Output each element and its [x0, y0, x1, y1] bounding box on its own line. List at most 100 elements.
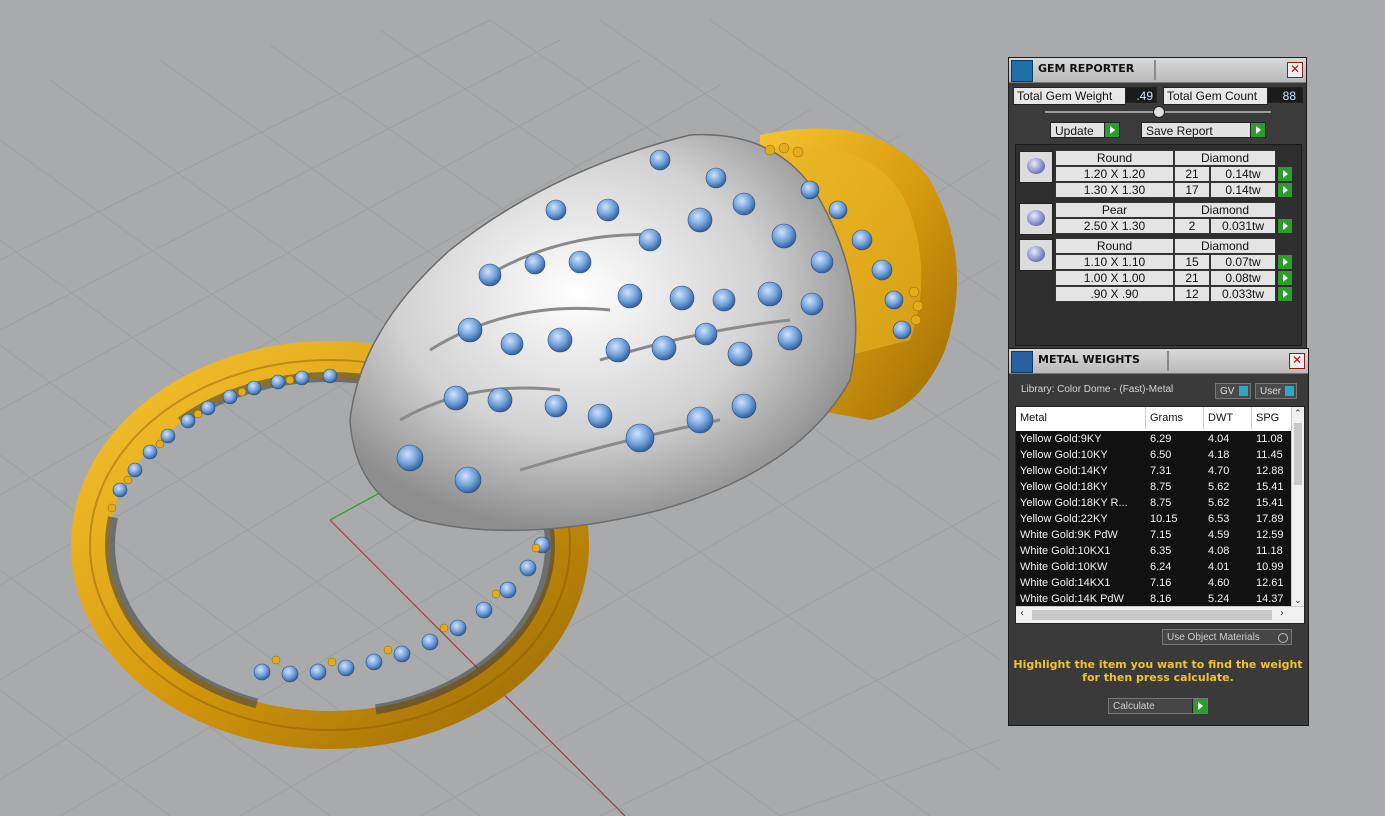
table-row[interactable]: Yellow Gold:14KY 7.31 4.70 12.88 [1016, 463, 1292, 479]
gem-reporter-close-icon[interactable]: ✕ [1287, 62, 1303, 78]
gem-count-cell: 21 [1174, 166, 1210, 182]
gem-count-cell: 21 [1174, 270, 1210, 286]
select-gems-arrow-icon[interactable] [1277, 183, 1292, 197]
gem-material-header: Diamond [1174, 150, 1276, 166]
scroll-right-icon[interactable]: › [1280, 608, 1284, 619]
dwt-cell: 4.08 [1208, 545, 1230, 557]
select-gems-arrow-icon[interactable] [1277, 219, 1292, 233]
calculate-button[interactable]: Calculate [1108, 698, 1208, 714]
total-gem-weight-value: .49 [1125, 87, 1157, 103]
use-object-materials-label: Use Object Materials [1167, 632, 1260, 643]
gem-count-cell: 17 [1174, 182, 1210, 198]
gv-toggle[interactable]: GV [1215, 383, 1251, 399]
metal-weights-titlebar[interactable]: METAL WEIGHTS ✕ [1009, 349, 1308, 374]
dwt-cell: 4.18 [1208, 449, 1230, 461]
table-header: Metal Grams DWT SPG [1016, 407, 1304, 429]
scroll-down-icon[interactable]: ⌄ [1294, 596, 1302, 606]
use-object-materials-toggle[interactable]: Use Object Materials [1162, 629, 1292, 645]
dwt-cell: 4.04 [1208, 433, 1230, 445]
h-scroll-thumb[interactable] [1032, 610, 1272, 620]
column-header-grams[interactable]: Grams [1146, 407, 1204, 429]
grams-cell: 10.15 [1150, 513, 1178, 525]
select-gems-arrow-icon[interactable] [1277, 271, 1292, 285]
column-header-dwt[interactable]: DWT [1204, 407, 1252, 429]
slider-knob-icon[interactable] [1153, 106, 1165, 118]
table-row[interactable]: White Gold:10KX1 6.35 4.08 11.18 [1016, 543, 1292, 559]
metal-name-cell: Yellow Gold:22KY [1020, 513, 1108, 525]
table-row[interactable]: Yellow Gold:18KY R... 8.75 5.62 15.41 [1016, 495, 1292, 511]
table-row[interactable]: White Gold:10KW 6.24 4.01 10.99 [1016, 559, 1292, 575]
gem-material-header: Diamond [1174, 238, 1276, 254]
table-row[interactable]: Yellow Gold:18KY 8.75 5.62 15.41 [1016, 479, 1292, 495]
update-button[interactable]: Update [1050, 122, 1120, 138]
user-toggle[interactable]: User [1255, 383, 1297, 399]
grams-cell: 7.31 [1150, 465, 1172, 477]
grams-cell: 6.24 [1150, 561, 1172, 573]
grams-cell: 8.16 [1150, 593, 1172, 605]
radio-indicator-icon [1278, 633, 1288, 643]
total-gem-weight-label: Total Gem Weight [1013, 87, 1126, 105]
scroll-left-icon[interactable]: ‹ [1020, 608, 1024, 619]
metal-name-cell: Yellow Gold:9KY [1020, 433, 1102, 445]
save-report-button[interactable]: Save Report [1141, 122, 1266, 138]
grams-cell: 8.75 [1150, 497, 1172, 509]
table-row[interactable]: Yellow Gold:9KY 6.29 4.04 11.08 [1016, 431, 1292, 447]
gem-size-cell[interactable]: .90 X .90 [1055, 286, 1174, 302]
table-row[interactable]: Yellow Gold:22KY 10.15 6.53 17.89 [1016, 511, 1292, 527]
gem-weight-cell: 0.08tw [1210, 270, 1276, 286]
calculate-button-label: Calculate [1113, 701, 1155, 712]
dwt-cell: 5.62 [1208, 481, 1230, 493]
gem-size-cell[interactable]: 1.00 X 1.00 [1055, 270, 1174, 286]
select-gems-arrow-icon[interactable] [1277, 287, 1292, 301]
spg-cell: 10.99 [1256, 561, 1284, 573]
grams-cell: 6.50 [1150, 449, 1172, 461]
gem-weight-cell: 0.14tw [1210, 166, 1276, 182]
metal-name-cell: Yellow Gold:18KY R... [1020, 497, 1128, 509]
dwt-cell: 4.01 [1208, 561, 1230, 573]
dwt-cell: 5.24 [1208, 593, 1230, 605]
gem-reporter-panel: GEM REPORTER ✕ Total Gem Weight .49 Tota… [1008, 57, 1307, 350]
gem-weight-cell: 0.14tw [1210, 182, 1276, 198]
metal-weights-table[interactable]: Metal Grams DWT SPG Yellow Gold:9KY 6.29 4… [1015, 406, 1305, 624]
metal-weights-title: METAL WEIGHTS [1038, 353, 1140, 366]
select-gems-arrow-icon[interactable] [1277, 167, 1292, 181]
panel-resize-slider[interactable] [1045, 106, 1271, 118]
gem-size-cell[interactable]: 2.50 X 1.30 [1055, 218, 1174, 234]
gem-size-cell[interactable]: 1.30 X 1.30 [1055, 182, 1174, 198]
spg-cell: 17.89 [1256, 513, 1284, 525]
spg-cell: 14.37 [1256, 593, 1284, 605]
gem-count-cell: 12 [1174, 286, 1210, 302]
user-toggle-label: User [1260, 386, 1282, 397]
gem-reporter-title: GEM REPORTER [1038, 62, 1135, 75]
metal-name-cell: White Gold:14KX1 [1020, 577, 1111, 589]
column-header-metal[interactable]: Metal [1016, 407, 1146, 429]
gem-list: Round Diamond 1.20 X 1.20 21 0.14tw 1.30… [1015, 144, 1302, 346]
select-gems-arrow-icon[interactable] [1277, 255, 1292, 269]
table-row[interactable]: White Gold:9K PdW 7.15 4.59 12.59 [1016, 527, 1292, 543]
scroll-up-icon[interactable]: ⌃ [1294, 409, 1302, 419]
gem-reporter-titlebar[interactable]: GEM REPORTER ✕ [1009, 58, 1306, 83]
vertical-scrollbar[interactable]: ⌃ ⌄ [1291, 407, 1304, 607]
calculate-arrow-icon [1192, 699, 1207, 713]
instruction-line-2: for then press calculate. [1082, 671, 1234, 684]
gem-count-cell: 15 [1174, 254, 1210, 270]
gem-size-cell[interactable]: 1.10 X 1.10 [1055, 254, 1174, 270]
gem-count-cell: 2 [1174, 218, 1210, 234]
metal-name-cell: White Gold:14K PdW [1020, 593, 1124, 605]
gem-size-cell[interactable]: 1.20 X 1.20 [1055, 166, 1174, 182]
table-row[interactable]: White Gold:14K PdW 8.16 5.24 14.37 [1016, 591, 1292, 607]
gem-weight-cell: 0.07tw [1210, 254, 1276, 270]
metal-weights-close-icon[interactable]: ✕ [1289, 353, 1305, 369]
grams-cell: 7.16 [1150, 577, 1172, 589]
grams-cell: 8.75 [1150, 481, 1172, 493]
column-header-spg[interactable]: SPG [1252, 407, 1292, 429]
scroll-thumb[interactable] [1294, 423, 1302, 485]
pear-gem-icon [1019, 203, 1053, 235]
gv-toggle-label: GV [1220, 386, 1235, 397]
table-row[interactable]: Yellow Gold:10KY 6.50 4.18 11.45 [1016, 447, 1292, 463]
metal-weights-flask-icon [1011, 351, 1033, 373]
horizontal-scrollbar[interactable]: ‹ › [1016, 606, 1304, 623]
total-gem-count-label: Total Gem Count [1163, 87, 1268, 105]
spg-cell: 12.88 [1256, 465, 1284, 477]
table-row[interactable]: White Gold:14KX1 7.16 4.60 12.61 [1016, 575, 1292, 591]
